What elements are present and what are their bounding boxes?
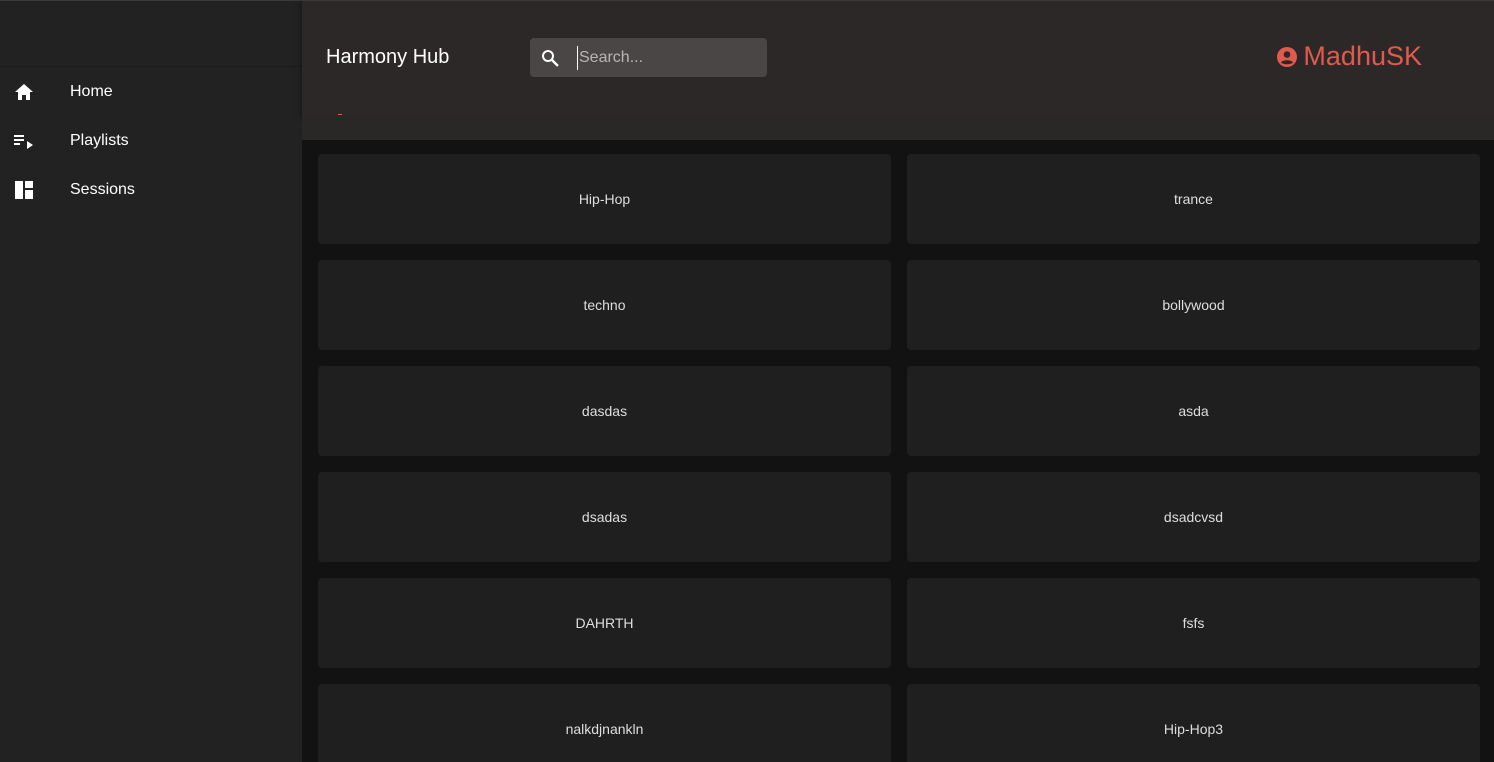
playlist-card[interactable]: trance: [907, 154, 1480, 244]
sidebar-item-label: Sessions: [70, 180, 135, 198]
sidebar-nav: Home Playlists Sessions: [0, 67, 302, 214]
playlist-card[interactable]: Hip-Hop3: [907, 684, 1480, 762]
sidebar-header: [0, 1, 302, 67]
playlist-card[interactable]: dasdas: [318, 366, 891, 456]
playlist-card[interactable]: dsadas: [318, 472, 891, 562]
app-title: Harmony Hub: [326, 46, 450, 68]
account-circle-icon: [1277, 46, 1298, 67]
playlist-grid: Hip-Hop trance techno bollywood dasdas a…: [318, 154, 1480, 762]
main-content: Hip-Hop trance techno bollywood dasdas a…: [302, 140, 1494, 762]
playlist-card[interactable]: dsadcvsd: [907, 472, 1480, 562]
user-menu[interactable]: MadhuSK: [1277, 41, 1422, 72]
sidebar-item-playlists[interactable]: Playlists: [0, 116, 302, 165]
playlist-card[interactable]: bollywood: [907, 260, 1480, 350]
search-box[interactable]: [530, 38, 767, 77]
sidebar-item-home[interactable]: Home: [0, 67, 302, 116]
search-input[interactable]: [577, 45, 757, 70]
user-name: MadhuSK: [1303, 41, 1422, 71]
top-app-bar: Harmony Hub MadhuSK: [302, 0, 1494, 117]
dashboard-icon: [14, 180, 34, 200]
app-root: Home Playlists Sessions Harmony Hub Sear…: [0, 0, 1494, 762]
sidebar-item-sessions[interactable]: Sessions: [0, 165, 302, 214]
playlist-card[interactable]: DAHRTH: [318, 578, 891, 668]
playlist-card[interactable]: nalkdjnankln: [318, 684, 891, 762]
playlist-card[interactable]: asda: [907, 366, 1480, 456]
sidebar: Home Playlists Sessions: [0, 0, 302, 762]
search-icon: [540, 48, 560, 68]
playlist-icon: [14, 131, 34, 151]
playlist-card[interactable]: Hip-Hop: [318, 154, 891, 244]
home-icon: [14, 82, 34, 102]
sidebar-item-label: Playlists: [70, 131, 129, 149]
sidebar-item-label: Home: [70, 82, 113, 100]
header-spacer: [302, 115, 1494, 140]
playlist-card[interactable]: techno: [318, 260, 891, 350]
playlist-card[interactable]: fsfs: [907, 578, 1480, 668]
